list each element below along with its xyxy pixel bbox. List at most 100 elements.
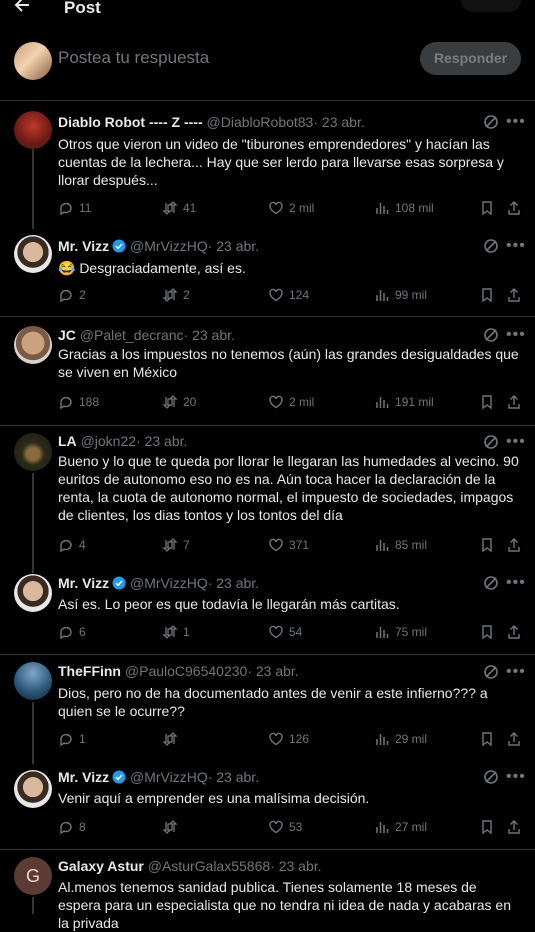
author-handle[interactable]: @jokn22 <box>81 433 136 449</box>
repost-action[interactable]: 7 <box>162 536 190 554</box>
more-options-icon[interactable]: ••• <box>506 575 525 596</box>
like-action[interactable]: 53 <box>268 818 302 836</box>
author-name[interactable]: Mr. Vizz <box>58 769 109 785</box>
author-name[interactable]: Mr. Vizz <box>58 575 109 591</box>
reply-tweet[interactable]: G Galaxy Astur @AsturGalax55868· 23 abr.… <box>0 849 535 931</box>
reply-action[interactable]: 6 <box>58 623 86 641</box>
tweet-date[interactable]: · 23 abr. <box>313 114 364 130</box>
grok-icon[interactable] <box>482 574 500 592</box>
tweet-date[interactable]: · 23 abr. <box>208 575 259 591</box>
bookmark-action[interactable] <box>479 286 500 304</box>
author-handle[interactable]: @MrVizzHQ <box>130 575 208 591</box>
grok-icon[interactable] <box>482 113 500 131</box>
reply-input[interactable]: Postea tu respuesta <box>58 48 209 68</box>
tweet-date[interactable]: · 23 abr. <box>208 769 259 785</box>
more-options-icon[interactable]: ••• <box>506 664 525 685</box>
avatar[interactable] <box>14 235 52 273</box>
reply-tweet[interactable]: Diablo Robot ---- Z ---- @DiabloRobot83·… <box>0 101 535 229</box>
reply-action[interactable]: 1 <box>58 730 86 748</box>
author-name[interactable]: Galaxy Astur <box>58 858 144 874</box>
reply-tweet[interactable]: LA @jokn22· 23 abr. ••• Bueno y lo que t… <box>0 425 535 573</box>
author-name[interactable]: TheFFinn <box>58 663 121 679</box>
like-action[interactable]: 371 <box>268 536 309 554</box>
bookmark-action[interactable] <box>479 536 500 554</box>
bookmark-action[interactable] <box>479 818 500 836</box>
bookmark-action[interactable] <box>479 393 500 411</box>
tweet-date[interactable]: · 23 abr. <box>270 858 321 874</box>
tweet-date[interactable]: · 23 abr. <box>136 433 187 449</box>
reply-action[interactable]: 8 <box>58 818 86 836</box>
grok-icon[interactable] <box>482 768 500 786</box>
repost-action[interactable]: 20 <box>162 393 196 411</box>
bookmark-action[interactable] <box>479 199 500 217</box>
like-action[interactable]: 126 <box>268 730 309 748</box>
bookmark-action[interactable] <box>479 730 500 748</box>
repost-action[interactable] <box>162 818 183 836</box>
grok-icon[interactable] <box>482 326 500 344</box>
grok-icon[interactable] <box>482 433 500 451</box>
views-action[interactable]: 29 mil <box>374 730 427 748</box>
avatar[interactable] <box>14 326 52 364</box>
author-name[interactable]: JC <box>58 327 76 343</box>
avatar[interactable] <box>14 111 52 149</box>
repost-action[interactable]: 2 <box>162 286 190 304</box>
reply-action[interactable]: 188 <box>58 393 99 411</box>
author-handle[interactable]: @AsturGalax55868 <box>148 858 270 874</box>
back-arrow-icon[interactable] <box>12 0 32 16</box>
more-options-icon[interactable]: ••• <box>506 238 525 259</box>
avatar[interactable] <box>14 662 52 700</box>
author-handle[interactable]: @PauloC96540230 <box>125 663 247 679</box>
author-name[interactable]: Mr. Vizz <box>58 238 109 254</box>
avatar[interactable] <box>14 770 52 808</box>
avatar[interactable]: G <box>14 857 52 895</box>
tweet-date[interactable]: · 23 abr. <box>208 238 259 254</box>
reply-tweet[interactable]: Mr. Vizz @MrVizzHQ· 23 abr. ••• 😂 Desgra… <box>0 225 535 317</box>
more-options-icon[interactable]: ••• <box>506 114 525 135</box>
like-action[interactable]: 124 <box>268 286 309 304</box>
reply-action[interactable]: 2 <box>58 286 86 304</box>
views-action[interactable]: 191 mil <box>374 393 434 411</box>
author-name[interactable]: Diablo Robot ---- Z ---- <box>58 114 203 130</box>
reply-tweet[interactable]: TheFFinn @PauloC96540230· 23 abr. ••• Di… <box>0 654 535 764</box>
reply-action[interactable]: 11 <box>58 199 91 217</box>
reply-action[interactable]: 4 <box>58 536 86 554</box>
avatar[interactable] <box>14 433 52 471</box>
more-options-icon[interactable]: ••• <box>506 769 525 790</box>
reply-composer: Postea tu respuesta Responder <box>0 22 535 101</box>
author-handle[interactable]: @Palet_decranc <box>80 327 184 343</box>
reply-tweet[interactable]: JC @Palet_decranc· 23 abr. ••• Gracias a… <box>0 316 535 426</box>
header-button[interactable] <box>461 0 521 12</box>
tweet-date[interactable]: · 23 abr. <box>184 327 235 343</box>
grok-icon[interactable] <box>482 237 500 255</box>
author-handle[interactable]: @MrVizzHQ <box>130 769 208 785</box>
repost-action[interactable]: 1 <box>162 623 190 641</box>
reply-tweet[interactable]: Mr. Vizz @MrVizzHQ· 23 abr. ••• Venir aq… <box>0 764 535 850</box>
bookmark-action[interactable] <box>479 623 500 641</box>
views-action[interactable]: 108 mil <box>374 199 434 217</box>
views-action[interactable]: 75 mil <box>374 623 427 641</box>
share-action[interactable] <box>506 286 527 304</box>
share-action[interactable] <box>506 536 527 554</box>
reply-button[interactable]: Responder <box>420 42 521 75</box>
share-action[interactable] <box>506 730 527 748</box>
tweet-date[interactable]: · 23 abr. <box>247 663 298 679</box>
like-action[interactable]: 2 mil <box>268 199 314 217</box>
like-action[interactable]: 2 mil <box>268 393 314 411</box>
share-action[interactable] <box>506 623 527 641</box>
author-name[interactable]: LA <box>58 433 77 449</box>
share-action[interactable] <box>506 818 527 836</box>
views-action[interactable]: 99 mil <box>374 286 427 304</box>
share-action[interactable] <box>506 393 527 411</box>
grok-icon[interactable] <box>482 663 500 681</box>
repost-action[interactable]: 41 <box>162 199 196 217</box>
author-handle[interactable]: @MrVizzHQ <box>130 238 208 254</box>
reply-tweet[interactable]: Mr. Vizz @MrVizzHQ· 23 abr. ••• Así es. … <box>0 568 535 655</box>
views-action[interactable]: 27 mil <box>374 818 427 836</box>
repost-action[interactable] <box>162 730 183 748</box>
avatar[interactable] <box>14 574 52 612</box>
share-action[interactable] <box>506 199 527 217</box>
user-avatar[interactable] <box>14 42 52 80</box>
views-action[interactable]: 85 mil <box>374 536 427 554</box>
like-action[interactable]: 54 <box>268 623 302 641</box>
author-handle[interactable]: @DiabloRobot83 <box>207 114 314 130</box>
